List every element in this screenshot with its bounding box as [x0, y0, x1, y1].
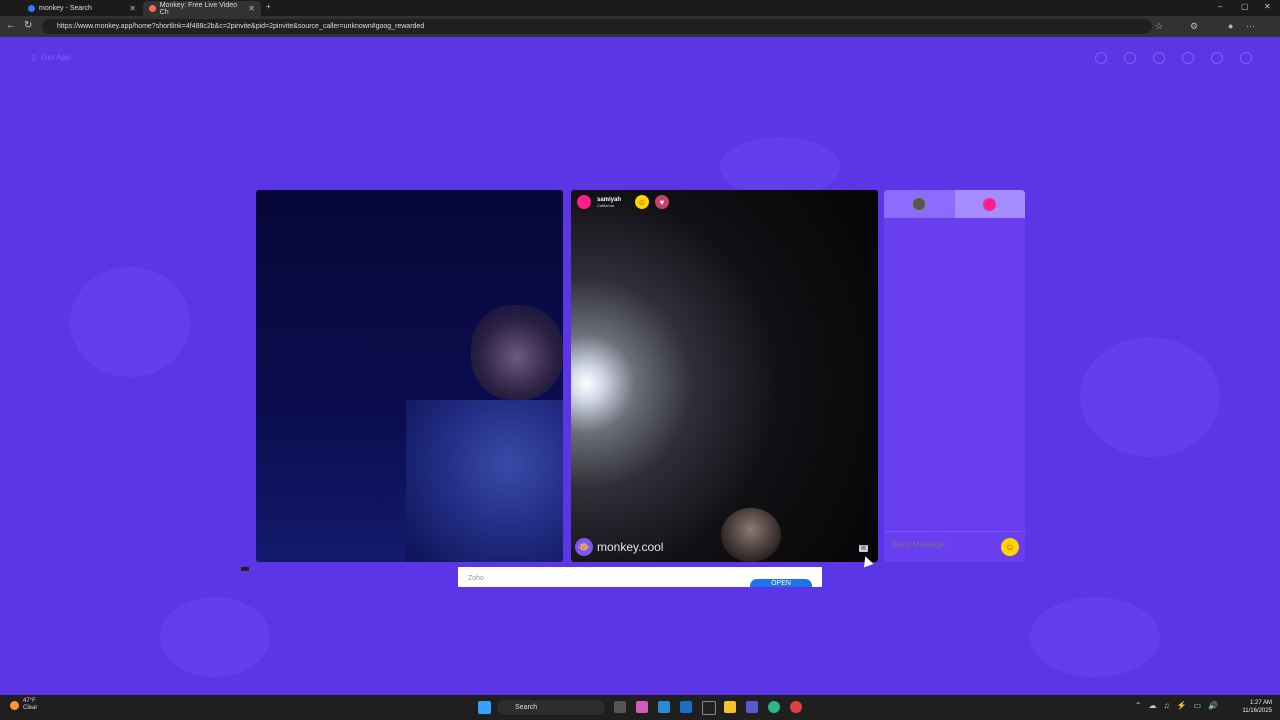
get-app-link[interactable]: ▯ Get App [32, 53, 70, 62]
monkey-page: ▯ Get App samiyah California ☺ ♥ 🐵 monke… [0, 37, 1280, 695]
small-marker [241, 567, 249, 571]
monkey-watermark: 🐵 monkey.cool [575, 538, 663, 556]
taskbar-search[interactable]: Search [497, 700, 605, 715]
local-user-head [471, 305, 563, 400]
history-icon[interactable] [1182, 52, 1194, 64]
windows-taskbar: 47°F Clear Search ⌃☁♫⚡▭🔊 1:27 AM 11/16/2… [0, 695, 1280, 720]
clock-time: 1:27 AM [1249, 700, 1272, 706]
browser-tab-bar: monkey - Search ✕ Monkey: Free Live Vide… [0, 0, 1280, 16]
close-tab-icon[interactable]: ✕ [129, 4, 136, 13]
outlook-icon[interactable] [680, 701, 692, 713]
background-blob [1030, 597, 1160, 677]
background-blob [1080, 337, 1220, 457]
new-tab-button[interactable]: + [266, 2, 271, 11]
tab-title: monkey - Search [39, 5, 92, 12]
task-view-icon[interactable] [614, 701, 626, 713]
message-bar: ☺ [884, 531, 1025, 562]
close-window-button[interactable]: ✕ [1264, 2, 1271, 11]
chat-header [884, 190, 1025, 218]
ad-label: Zoho [468, 575, 484, 582]
send-message-input[interactable] [890, 539, 994, 550]
background-blob [720, 137, 840, 197]
url-field[interactable]: https://www.monkey.app/home?shortlink=4f… [42, 19, 1152, 34]
remote-video: samiyah California ☺ ♥ 🐵 monkey.cool ▤ [571, 190, 878, 562]
weather-icon [10, 700, 19, 710]
app-m-icon[interactable] [702, 701, 716, 715]
chat-tab-me[interactable] [884, 190, 955, 218]
message-icon[interactable] [1211, 52, 1223, 64]
profile-icon[interactable]: ● [1228, 21, 1233, 31]
close-tab-icon[interactable]: ✕ [248, 4, 255, 13]
store-icon[interactable] [658, 701, 670, 713]
clock[interactable]: 1:27 AM 11/16/2025 [1242, 699, 1272, 715]
weather-widget[interactable]: 47°F Clear [10, 698, 37, 712]
chat-tab-partner[interactable] [954, 190, 1025, 218]
partner-avatar [983, 197, 997, 211]
edge-icon[interactable] [768, 701, 780, 713]
remote-user-avatar[interactable] [577, 195, 591, 209]
chat-panel: ☺ [884, 190, 1025, 562]
ad-banner[interactable]: Zoho OPEN [458, 567, 822, 587]
monkey-icon [149, 5, 156, 12]
local-user-silhouette [406, 400, 563, 562]
remote-user-info: samiyah California ☺ ♥ [577, 195, 670, 209]
watermark-text: monkey.cool [597, 540, 664, 554]
background-blob [160, 597, 270, 677]
gift-badge-icon: ♥ [655, 195, 670, 209]
weather-temp: 47°F [23, 698, 36, 704]
tab-title: Monkey: Free Live Video Ch [159, 1, 238, 16]
back-icon[interactable]: ← [6, 20, 16, 31]
emoji-badge-icon: ☺ [635, 195, 650, 209]
background-blob [70, 267, 190, 377]
copilot-icon[interactable] [636, 701, 648, 713]
remote-user-text: samiyah California [597, 197, 621, 208]
get-app-label: Get App [41, 53, 71, 62]
remote-user-name: samiyah [597, 196, 622, 203]
file-explorer-icon[interactable] [724, 701, 736, 713]
report-icon[interactable]: ▤ [859, 545, 868, 552]
remote-user-face [721, 508, 781, 562]
weather-condition: Clear [23, 705, 38, 711]
tab-monkey-search[interactable]: monkey - Search ✕ [22, 1, 142, 16]
ad-open-button[interactable]: OPEN [750, 579, 812, 587]
system-tray-icons[interactable]: ⌃☁♫⚡▭🔊 [1135, 701, 1225, 710]
local-video [256, 190, 563, 562]
phone-icon: ▯ [32, 53, 37, 62]
teams-icon[interactable] [746, 701, 758, 713]
star-icon[interactable]: ☆ [1155, 21, 1163, 32]
tab-monkey-video-chat[interactable]: Monkey: Free Live Video Ch ✕ [143, 1, 261, 16]
home-icon[interactable] [1095, 52, 1107, 64]
my-avatar [912, 197, 927, 211]
send-button[interactable]: ☺ [1001, 538, 1019, 556]
search-icon[interactable] [1124, 52, 1136, 64]
clock-date: 11/16/2025 [1242, 708, 1272, 714]
extensions-icon[interactable]: ⚙ [1190, 21, 1198, 32]
maximize-button[interactable]: ▢ [1241, 2, 1249, 11]
avatar-icon[interactable] [1240, 52, 1252, 64]
bing-icon [28, 5, 35, 12]
address-bar-row: ← ↻ https://www.monkey.app/home?shortlin… [0, 16, 1280, 37]
minimize-button[interactable]: – [1218, 2, 1222, 11]
more-icon[interactable]: ⋯ [1246, 21, 1255, 32]
reload-icon[interactable]: ↻ [24, 20, 32, 31]
start-button[interactable] [478, 701, 491, 714]
remote-user-location: California [597, 202, 614, 208]
taskbar-search-label: Search [515, 704, 538, 711]
chrome-icon[interactable] [790, 701, 802, 713]
monkey-logo-icon: 🐵 [575, 538, 593, 556]
profile-icon[interactable] [1153, 52, 1165, 64]
